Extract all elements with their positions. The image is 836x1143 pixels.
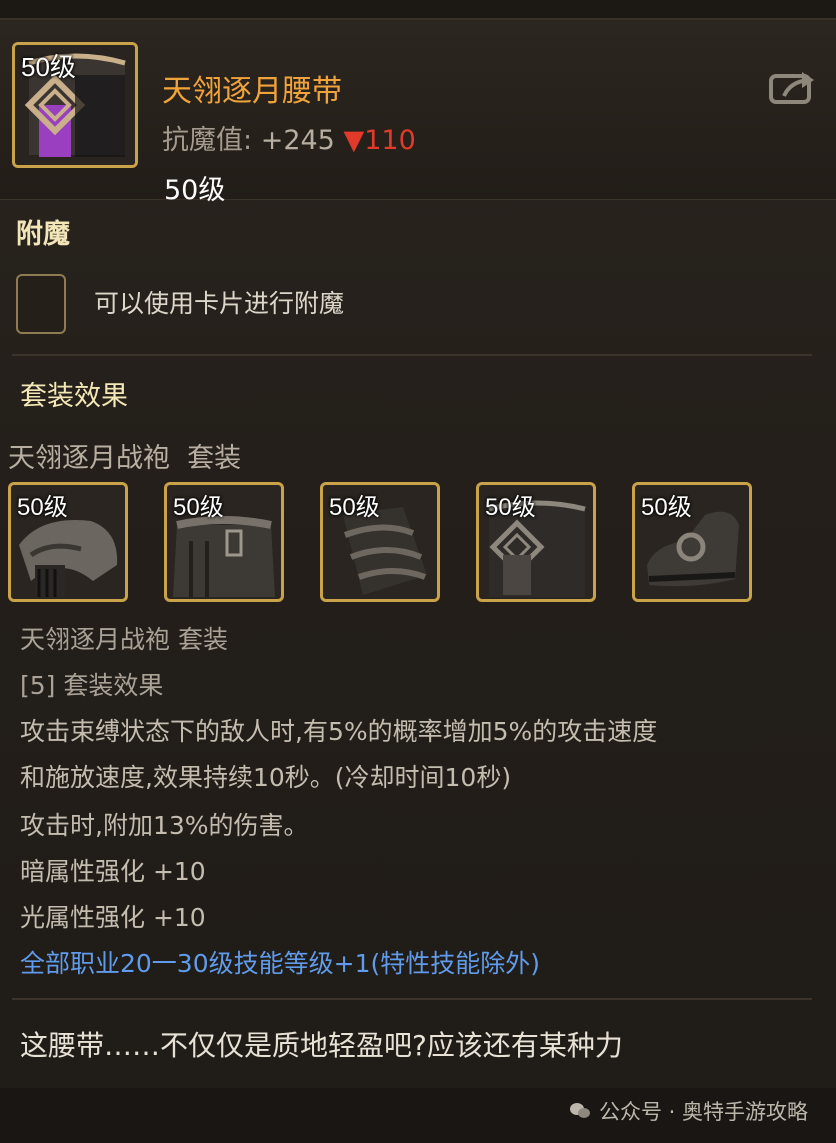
set-desc-name: 天翎逐月战袍 套装 — [20, 625, 228, 654]
set-item-level: 50级 — [173, 494, 224, 521]
belt-item-icon[interactable]: 50级 — [12, 42, 138, 168]
item-level-badge: 50级 — [21, 52, 76, 82]
watermark-text: 公众号 · 奥特手游攻略 — [598, 1100, 808, 1124]
item-header: 50级 天翎逐月腰带 抗魔值: +245 ▼110 50级 — [0, 22, 836, 206]
divider — [12, 998, 812, 1000]
set-name: 天翎逐月战袍 套装 — [8, 443, 242, 474]
divider — [12, 354, 812, 356]
flavor-text: 这腰带……不仅仅是质地轻盈吧?应该还有某种力 — [20, 1029, 623, 1062]
set-desc-count: [5] 套装效果 — [20, 671, 164, 700]
set-item-level: 50级 — [17, 494, 68, 521]
set-effect-line: 攻击时,附加13%的伤害。 — [20, 811, 309, 840]
set-items-row: 50级 50级 50级 50级 50级 — [8, 482, 768, 602]
item-name: 天翎逐月腰带 — [162, 74, 342, 109]
required-level: 50级 — [164, 175, 226, 206]
skill-level-bonus: 全部职业20一30级技能等级+1(特性技能除外) — [20, 949, 540, 978]
set-item-level: 50级 — [641, 494, 692, 521]
top-strip — [0, 0, 836, 20]
set-item-shoulder[interactable]: 50级 — [8, 482, 128, 602]
enchant-card-slot[interactable] — [16, 274, 66, 334]
stat-label: 抗魔值: — [162, 125, 253, 156]
set-item-belt[interactable]: 50级 — [476, 482, 596, 602]
set-item-legs[interactable]: 50级 — [320, 482, 440, 602]
set-effect-line: 光属性强化 +10 — [20, 903, 206, 932]
set-item-chest[interactable]: 50级 — [164, 482, 284, 602]
stat-value: +245 — [260, 125, 335, 156]
share-icon[interactable] — [768, 68, 816, 106]
set-effect-line: 攻击束缚状态下的敌人时,有5%的概率增加5%的攻击速度 — [20, 717, 658, 746]
set-effect-title: 套装效果 — [20, 381, 128, 412]
set-item-level: 50级 — [329, 494, 380, 521]
set-effect-line: 和施放速度,效果持续10秒。(冷却时间10秒) — [20, 763, 512, 792]
wechat-icon — [569, 1103, 590, 1118]
item-tooltip-panel: 50级 天翎逐月腰带 抗魔值: +245 ▼110 50级 附魔 可以使用卡片进… — [0, 0, 836, 1143]
set-item-level: 50级 — [485, 494, 536, 521]
set-effect-line: 暗属性强化 +10 — [20, 857, 206, 886]
set-item-boots[interactable]: 50级 — [632, 482, 752, 602]
stat-row: 抗魔值: +245 ▼110 — [162, 118, 416, 157]
stat-change: ▼110 — [343, 125, 416, 156]
enchant-hint: 可以使用卡片进行附魔 — [94, 289, 345, 318]
enchant-title: 附魔 — [16, 219, 70, 250]
watermark: 公众号 · 奥特手游攻略 — [569, 1096, 808, 1126]
